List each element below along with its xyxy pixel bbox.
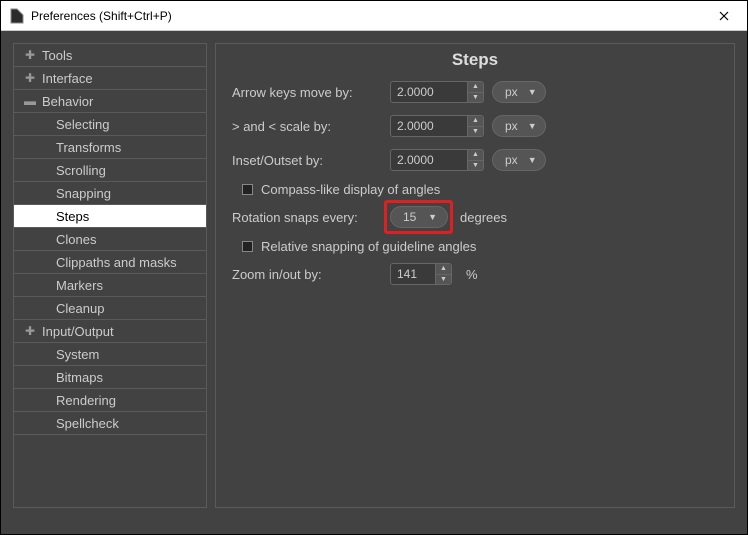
triangle-down-icon: ▼ (528, 121, 537, 131)
sidebar-item-bitmaps[interactable]: Bitmaps (14, 366, 206, 389)
sidebar-item-behavior[interactable]: ▬ Behavior (14, 90, 206, 113)
rotation-value: 15 (403, 210, 416, 224)
checkbox-icon[interactable] (242, 241, 253, 252)
sidebar-item-steps[interactable]: Steps (14, 205, 206, 228)
panel-title: Steps (216, 44, 734, 80)
form: Arrow keys move by: 2.0000 ▲ ▼ px ▼ > an… (216, 80, 734, 286)
titlebar: Preferences (Shift+Ctrl+P) (1, 1, 747, 31)
minus-icon: ▬ (24, 94, 36, 108)
sidebar-item-label: Rendering (56, 393, 116, 408)
triangle-down-icon: ▼ (528, 87, 537, 97)
sidebar-item-label: Input/Output (42, 324, 114, 339)
sidebar-item-label: Bitmaps (56, 370, 103, 385)
checkbox-icon[interactable] (242, 184, 253, 195)
sidebar-item-label: Clippaths and masks (56, 255, 177, 270)
triangle-down-icon: ▼ (428, 212, 437, 222)
sidebar-item-selecting[interactable]: Selecting (14, 113, 206, 136)
plus-icon: ✚ (24, 71, 36, 85)
close-button[interactable] (709, 1, 739, 31)
arrow-keys-input[interactable]: 2.0000 (390, 81, 468, 103)
chevron-down-icon[interactable]: ▼ (436, 275, 451, 285)
inset-spinner[interactable]: ▲ ▼ (468, 149, 484, 171)
arrow-keys-row: Arrow keys move by: 2.0000 ▲ ▼ px ▼ (232, 80, 718, 104)
sidebar-item-label: Tools (42, 48, 72, 63)
sidebar-item-clones[interactable]: Clones (14, 228, 206, 251)
window-title: Preferences (Shift+Ctrl+P) (31, 9, 709, 23)
unit-label: px (505, 119, 518, 133)
chevron-down-icon[interactable]: ▼ (468, 161, 483, 171)
compass-checkbox-row[interactable]: Compass-like display of angles (232, 182, 718, 197)
scale-input[interactable]: 2.0000 (390, 115, 468, 137)
sidebar-item-label: Snapping (56, 186, 111, 201)
sidebar-item-scrolling[interactable]: Scrolling (14, 159, 206, 182)
inset-input[interactable]: 2.0000 (390, 149, 468, 171)
zoom-row: Zoom in/out by: 141 ▲ ▼ % (232, 262, 718, 286)
sidebar-item-markers[interactable]: Markers (14, 274, 206, 297)
sidebar-item-label: Steps (56, 209, 89, 224)
plus-icon: ✚ (24, 324, 36, 338)
rotation-suffix: degrees (460, 210, 507, 225)
sidebar-item-system[interactable]: System (14, 343, 206, 366)
sidebar-item-label: Markers (56, 278, 103, 293)
sidebar-item-rendering[interactable]: Rendering (14, 389, 206, 412)
rotation-select[interactable]: 15 ▼ (390, 206, 448, 228)
sidebar-item-label: Cleanup (56, 301, 104, 316)
content-area: ✚ Tools ✚ Interface ▬ Behavior Selecting… (1, 31, 747, 534)
chevron-up-icon[interactable]: ▲ (468, 150, 483, 161)
sidebar-item-interface[interactable]: ✚ Interface (14, 67, 206, 90)
scale-unit-select[interactable]: px ▼ (492, 115, 546, 137)
sidebar-item-snapping[interactable]: Snapping (14, 182, 206, 205)
sidebar-item-tools[interactable]: ✚ Tools (14, 44, 206, 67)
zoom-suffix: % (466, 267, 478, 282)
scale-spinner[interactable]: ▲ ▼ (468, 115, 484, 137)
sidebar-item-label: Scrolling (56, 163, 106, 178)
sidebar-item-label: Spellcheck (56, 416, 119, 431)
unit-label: px (505, 153, 518, 167)
sidebar-item-label: Clones (56, 232, 96, 247)
scale-row: > and < scale by: 2.0000 ▲ ▼ px ▼ (232, 114, 718, 138)
sidebar-item-label: Selecting (56, 117, 109, 132)
sidebar-item-label: Interface (42, 71, 93, 86)
inset-unit-select[interactable]: px ▼ (492, 149, 546, 171)
zoom-spinner[interactable]: ▲ ▼ (436, 263, 452, 285)
chevron-up-icon[interactable]: ▲ (468, 82, 483, 93)
arrow-keys-spinner[interactable]: ▲ ▼ (468, 81, 484, 103)
inset-label: Inset/Outset by: (232, 153, 390, 168)
sidebar-item-io[interactable]: ✚ Input/Output (14, 320, 206, 343)
sidebar: ✚ Tools ✚ Interface ▬ Behavior Selecting… (13, 43, 207, 508)
chevron-up-icon[interactable]: ▲ (436, 264, 451, 275)
unit-label: px (505, 85, 518, 99)
scale-label: > and < scale by: (232, 119, 390, 134)
chevron-up-icon[interactable]: ▲ (468, 116, 483, 127)
triangle-down-icon: ▼ (528, 155, 537, 165)
zoom-label: Zoom in/out by: (232, 267, 390, 282)
arrow-keys-unit-select[interactable]: px ▼ (492, 81, 546, 103)
rotation-row: Rotation snaps every: 15 ▼ degrees (232, 205, 718, 229)
sidebar-item-label: System (56, 347, 99, 362)
app-icon (9, 8, 25, 24)
sidebar-item-cleanup[interactable]: Cleanup (14, 297, 206, 320)
compass-label: Compass-like display of angles (261, 182, 440, 197)
plus-icon: ✚ (24, 48, 36, 62)
chevron-down-icon[interactable]: ▼ (468, 93, 483, 103)
main-panel: Steps Arrow keys move by: 2.0000 ▲ ▼ px … (215, 43, 735, 508)
sidebar-item-label: Transforms (56, 140, 121, 155)
sidebar-item-transforms[interactable]: Transforms (14, 136, 206, 159)
sidebar-item-clippaths[interactable]: Clippaths and masks (14, 251, 206, 274)
relative-snap-checkbox-row[interactable]: Relative snapping of guideline angles (232, 239, 718, 254)
rotation-label: Rotation snaps every: (232, 210, 390, 225)
arrow-keys-label: Arrow keys move by: (232, 85, 390, 100)
chevron-down-icon[interactable]: ▼ (468, 127, 483, 137)
zoom-input[interactable]: 141 (390, 263, 436, 285)
sidebar-item-label: Behavior (42, 94, 93, 109)
sidebar-item-spellcheck[interactable]: Spellcheck (14, 412, 206, 435)
relative-snap-label: Relative snapping of guideline angles (261, 239, 476, 254)
inset-row: Inset/Outset by: 2.0000 ▲ ▼ px ▼ (232, 148, 718, 172)
